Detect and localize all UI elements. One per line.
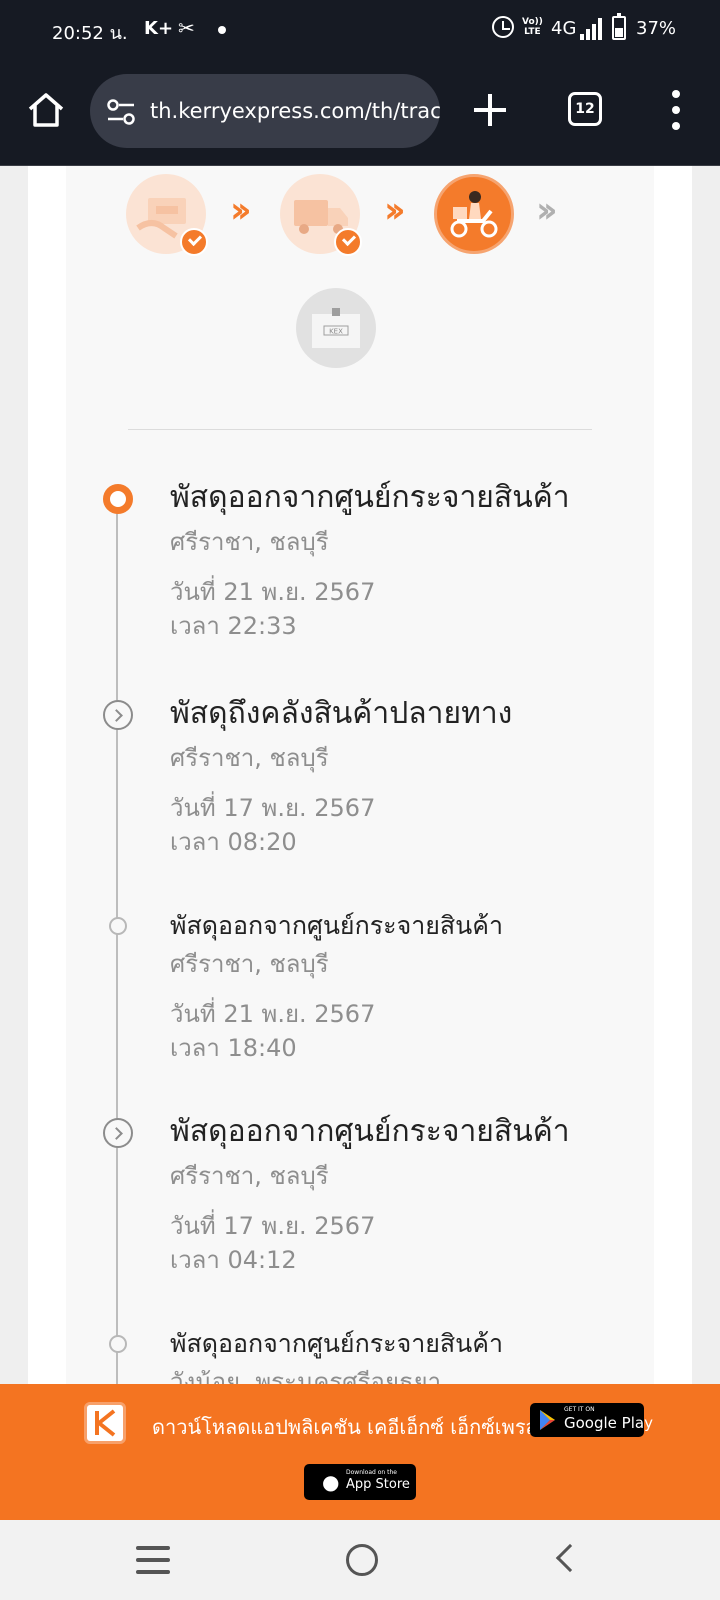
recent-apps-icon[interactable]	[136, 1546, 170, 1574]
event-location: ศรีราชา, ชลบุรี	[170, 528, 329, 556]
app-store-label: App Store	[346, 1477, 410, 1492]
current-status-icon	[103, 484, 133, 514]
event-title: พัสดุออกจากศูนย์กระจายสินค้า	[170, 911, 504, 940]
tracking-card: ›› ›› ›› KEX พัสดุออกจากศูนย์กระจายสินค้…	[66, 166, 654, 1384]
new-tab-icon[interactable]	[472, 92, 508, 128]
carrier-icon: K+	[144, 18, 174, 39]
kex-logo-icon	[84, 1402, 126, 1444]
browser-toolbar: th.kerryexpress.com/th/track 12	[0, 62, 720, 166]
capcut-icon: ✂	[178, 16, 195, 40]
volte-icon: Vo)) LTE	[522, 17, 543, 37]
home-icon[interactable]	[26, 90, 66, 130]
event-location: ศรีราชา, ชลบุรี	[170, 744, 329, 772]
timeline-line	[116, 502, 118, 1384]
event-time: เวลา 22:33	[170, 612, 297, 640]
app-store-button[interactable]: ● Download on the App Store	[304, 1464, 416, 1500]
app-download-banner: ดาวน์โหลดแอปพลิเคชัน เคอีเอ็กซ์ เอ็กซ์เพ…	[0, 1384, 720, 1520]
stage-out-for-delivery	[434, 174, 514, 254]
timeline-dot-icon	[109, 917, 127, 935]
home-nav-icon[interactable]	[346, 1544, 378, 1576]
status-time: 20:52 น.	[52, 23, 128, 44]
address-bar[interactable]: th.kerryexpress.com/th/track	[90, 74, 440, 148]
url-text: th.kerryexpress.com/th/track	[150, 99, 440, 123]
event-location: ศรีราชา, ชลบุรี	[170, 950, 329, 978]
notification-dot-icon	[218, 26, 226, 34]
battery-icon	[612, 13, 626, 40]
back-icon[interactable]	[555, 1543, 585, 1573]
app-store-small-text: Download on the	[346, 1469, 397, 1476]
google-play-button[interactable]: GET IT ON Google Play	[530, 1403, 653, 1437]
status-bar: 20:52 น. K+ ✂ Vo)) LTE 4G 37%	[0, 0, 720, 62]
event-time: เวลา 08:20	[170, 828, 297, 856]
check-icon	[180, 228, 208, 256]
event-location: วังน้อย, พระนครศรีอยุธยา	[170, 1368, 442, 1384]
check-icon	[334, 228, 362, 256]
event-title: พัสดุออกจากศูนย์กระจายสินค้า	[170, 1329, 504, 1358]
network-type: 4G	[551, 18, 577, 39]
scooter-icon	[450, 191, 498, 238]
chevron-right-icon[interactable]	[103, 1118, 133, 1148]
system-nav-bar	[0, 1520, 720, 1600]
event-time: เวลา 18:40	[170, 1034, 297, 1062]
event-title: พัสดุออกจากศูนย์กระจายสินค้า	[170, 1114, 570, 1149]
alarm-icon	[492, 16, 514, 38]
stage-arrow-icon: ››	[536, 190, 557, 231]
event-location: ศรีราชา, ชลบุรี	[170, 1162, 329, 1190]
more-menu-icon[interactable]	[664, 90, 688, 130]
stage-arrow-icon: ››	[384, 190, 405, 231]
apple-icon: ●	[322, 1470, 340, 1494]
banner-text: ดาวน์โหลดแอปพลิเคชัน เคอีเอ็กซ์ เอ็กซ์เพ…	[152, 1415, 538, 1439]
stage-in-transit	[280, 174, 362, 256]
stage-delivered: KEX	[296, 288, 376, 368]
google-play-icon	[540, 1410, 555, 1430]
chevron-right-icon[interactable]	[103, 700, 133, 730]
google-play-label: Google Play	[564, 1414, 653, 1432]
stage-parcel-received	[126, 174, 208, 256]
google-play-small-text: GET IT ON	[564, 1406, 595, 1413]
event-title: พัสดุถึงคลังสินค้าปลายทาง	[170, 696, 513, 731]
stage-arrow-icon: ››	[230, 190, 251, 231]
signal-icon	[580, 18, 604, 40]
event-time: เวลา 04:12	[170, 1246, 297, 1274]
box-label: KEX	[329, 328, 343, 336]
divider	[128, 429, 592, 430]
event-title: พัสดุออกจากศูนย์กระจายสินค้า	[170, 480, 570, 515]
site-settings-icon[interactable]	[106, 98, 136, 126]
tab-switcher-button[interactable]: 12	[568, 92, 602, 126]
box-icon: KEX	[312, 308, 360, 348]
battery-percent: 37%	[636, 18, 677, 39]
timeline-dot-icon	[109, 1335, 127, 1353]
